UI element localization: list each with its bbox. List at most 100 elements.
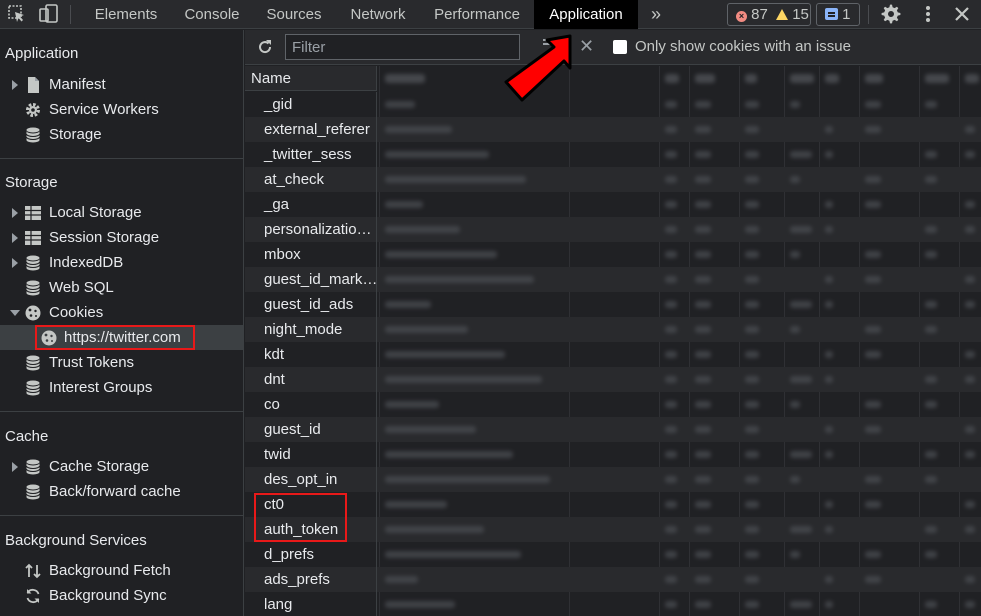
section-title-storage: Storage — [5, 174, 58, 191]
sidebar-item-trust-tokens[interactable]: Trust Tokens — [0, 350, 244, 375]
table-row[interactable]: ads_prefs — [245, 567, 981, 592]
database-icon — [24, 483, 42, 501]
section-title-application: Application — [5, 45, 79, 62]
table-row[interactable]: mbox — [245, 242, 981, 267]
sidebar-item-label: Storage — [49, 126, 102, 143]
blurred-cell — [790, 476, 800, 483]
table-row[interactable]: twid — [245, 442, 981, 467]
sidebar-item-cache-storage[interactable]: Cache Storage — [0, 454, 244, 479]
table-row[interactable]: _gid — [245, 92, 981, 117]
table-row[interactable]: at_check — [245, 167, 981, 192]
sidebar-item-local-storage[interactable]: Local Storage — [0, 200, 244, 225]
blurred-cell — [665, 126, 677, 133]
cookie-name-cell: _ga — [245, 192, 377, 217]
database-icon — [24, 279, 42, 297]
blurred-header-cell — [825, 74, 839, 83]
column-header-name[interactable]: Name — [245, 66, 377, 91]
table-row[interactable]: co — [245, 392, 981, 417]
expand-arrow-icon[interactable] — [12, 258, 18, 268]
issues-counter[interactable]: × 87 15 — [727, 3, 811, 26]
inspect-element-icon[interactable] — [6, 3, 28, 25]
table-row[interactable]: kdt — [245, 342, 981, 367]
blurred-cell — [695, 301, 711, 308]
table-row[interactable]: night_mode — [245, 317, 981, 342]
blurred-cell — [695, 126, 711, 133]
tab-elements[interactable]: Elements — [82, 0, 170, 29]
blurred-cell — [790, 151, 812, 158]
collapse-arrow-icon[interactable] — [10, 310, 20, 316]
database-icon — [24, 126, 42, 144]
table-row[interactable]: auth_token — [245, 517, 981, 542]
only-issues-checkbox[interactable] — [613, 40, 627, 54]
messages-counter[interactable]: 1 — [816, 3, 860, 26]
table-row[interactable]: des_opt_in — [245, 467, 981, 492]
table-row[interactable]: dnt — [245, 367, 981, 392]
cookie-name-cell: lang — [245, 592, 377, 616]
blurred-cell — [665, 301, 677, 308]
more-options-icon[interactable] — [917, 3, 939, 25]
device-toolbar-icon[interactable] — [38, 3, 60, 25]
sidebar-item-service-workers[interactable]: Service Workers — [0, 97, 244, 122]
tab-network[interactable]: Network — [336, 0, 420, 29]
blurred-cell — [790, 376, 812, 383]
sidebar-item-web-sql[interactable]: Web SQL — [0, 275, 244, 300]
cookie-name-cell: ads_prefs — [245, 567, 377, 592]
refresh-icon[interactable] — [256, 38, 274, 56]
sidebar-item-background-fetch[interactable]: Background Fetch — [0, 558, 244, 583]
sidebar-item-cookies[interactable]: Cookies — [0, 300, 244, 325]
blurred-cell — [790, 526, 812, 533]
table-row[interactable]: _ga — [245, 192, 981, 217]
sidebar-item-back-forward-cache[interactable]: Back/forward cache — [0, 479, 244, 504]
tab-console[interactable]: Console — [172, 0, 252, 29]
tab-performance[interactable]: Performance — [422, 0, 532, 29]
filter-input[interactable] — [285, 34, 520, 60]
expand-arrow-icon[interactable] — [12, 208, 18, 218]
sidebar-item-storage-overview[interactable]: Storage — [0, 122, 244, 147]
separator — [70, 5, 71, 24]
blurred-cell — [665, 176, 677, 183]
expand-arrow-icon[interactable] — [12, 233, 18, 243]
table-row[interactable]: guest_id — [245, 417, 981, 442]
sidebar-item-manifest[interactable]: Manifest — [0, 72, 244, 97]
gear-icon — [24, 101, 42, 119]
settings-gear-icon[interactable] — [880, 3, 902, 25]
blurred-cell — [385, 526, 484, 533]
blurred-cell — [745, 551, 759, 558]
table-row[interactable]: personalizatio… — [245, 217, 981, 242]
blurred-header-cell — [865, 74, 883, 83]
sidebar-item-indexeddb[interactable]: IndexedDB — [0, 250, 244, 275]
cookie-name-cell: guest_id_ads — [245, 292, 377, 317]
tab-application[interactable]: Application — [534, 0, 638, 29]
more-tabs-button[interactable]: » — [642, 0, 670, 29]
blurred-cell — [965, 451, 975, 458]
delete-selected-button[interactable]: ✕ — [579, 36, 594, 57]
blurred-cell — [790, 401, 800, 408]
sidebar-item-background-sync[interactable]: Background Sync — [0, 583, 244, 608]
table-row[interactable]: lang — [245, 592, 981, 616]
expand-arrow-icon[interactable] — [12, 462, 18, 472]
table-row[interactable]: external_referer — [245, 117, 981, 142]
blurred-cell — [965, 426, 975, 433]
blurred-cell — [665, 326, 677, 333]
blurred-cell — [865, 426, 881, 433]
tab-sources[interactable]: Sources — [254, 0, 334, 29]
blurred-cell — [965, 226, 975, 233]
sync-icon — [24, 587, 42, 605]
blurred-cell — [925, 551, 937, 558]
table-row[interactable]: guest_id_ads — [245, 292, 981, 317]
table-row[interactable]: d_prefs — [245, 542, 981, 567]
table-row[interactable]: _twitter_sess — [245, 142, 981, 167]
expand-arrow-icon[interactable] — [12, 80, 18, 90]
blurred-cell — [790, 601, 812, 608]
close-icon[interactable] — [951, 3, 973, 25]
table-row[interactable]: guest_id_mark… — [245, 267, 981, 292]
sidebar-item-interest-groups[interactable]: Interest Groups — [0, 375, 244, 400]
sidebar-item-session-storage[interactable]: Session Storage — [0, 225, 244, 250]
divider — [0, 158, 244, 159]
blurred-cell — [695, 501, 711, 508]
blurred-cell — [925, 226, 937, 233]
blurred-cell — [695, 326, 711, 333]
blurred-cell — [965, 301, 975, 308]
table-row[interactable]: ct0 — [245, 492, 981, 517]
blurred-cell — [745, 276, 759, 283]
